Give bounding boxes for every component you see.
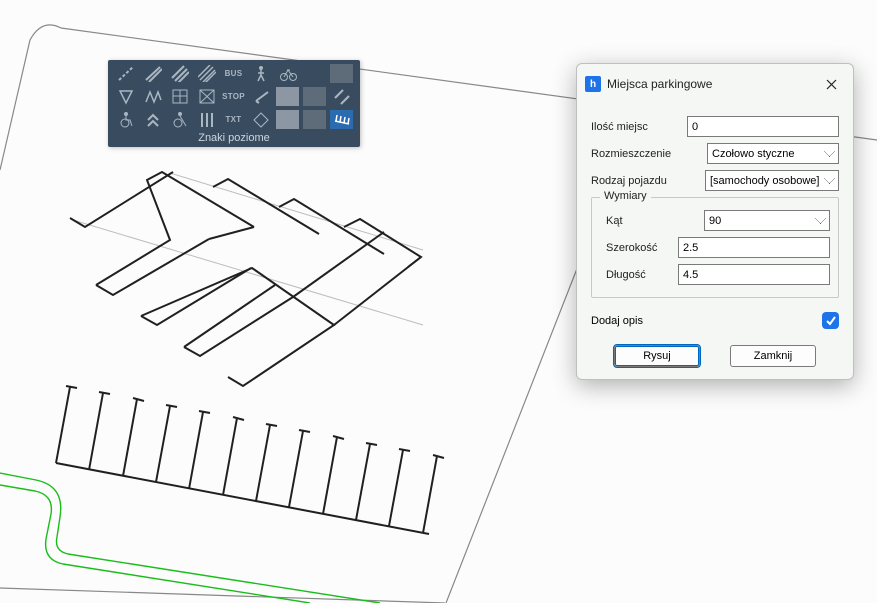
length-label: Długość [606, 269, 672, 281]
width-input[interactable] [678, 237, 830, 258]
tool-crossbox-icon[interactable] [195, 87, 218, 106]
tool-chevrons-icon[interactable] [141, 110, 164, 129]
angle-label: Kąt [606, 215, 698, 227]
tool-pedestrian-icon[interactable] [249, 64, 272, 83]
close-icon[interactable] [819, 72, 843, 96]
close-button[interactable]: Zamknij [730, 345, 816, 367]
angle-select[interactable]: 90 [704, 210, 830, 231]
stalls-straight [56, 386, 444, 534]
add-desc-label: Dodaj opis [591, 315, 643, 327]
tool-txt-icon[interactable]: TXT [222, 110, 245, 129]
length-input[interactable] [678, 264, 830, 285]
tool-swatch-light-icon[interactable] [276, 87, 299, 106]
tool-swatch-dark2-icon[interactable] [303, 110, 326, 129]
tool-swatch-light2-icon[interactable] [276, 110, 299, 129]
layout-select[interactable]: Czołowo styczne [707, 143, 839, 164]
tool-diamond-icon[interactable] [249, 110, 272, 129]
dimensions-group-title: Wymiary [600, 190, 651, 202]
width-label: Szerokość [606, 242, 672, 254]
tool-wheelchair2-icon[interactable] [114, 110, 137, 129]
tool-accessibility-icon[interactable] [168, 110, 191, 129]
tool-zigzag-icon[interactable] [141, 87, 164, 106]
draw-button[interactable]: Rysuj [614, 345, 700, 367]
tool-vstripes-icon[interactable] [195, 110, 218, 129]
toolbar-title: Znaki poziome [114, 129, 354, 145]
tool-arrow-icon[interactable] [249, 87, 272, 106]
layout-label: Rozmieszczenie [591, 148, 701, 160]
tool-diag-double-icon[interactable] [330, 87, 353, 106]
guide-line-angled [170, 173, 423, 250]
tool-parking-lines-icon[interactable] [330, 110, 353, 129]
tool-swatch-a-icon[interactable] [330, 64, 353, 83]
vehicle-select[interactable]: [samochody osobowe] [705, 170, 839, 191]
tool-stripe-b-icon[interactable] [168, 64, 191, 83]
app-icon: h [585, 76, 601, 92]
tool-bicycle-icon[interactable] [276, 64, 299, 83]
tool-dashes-icon[interactable] [114, 64, 137, 83]
tool-stop-icon[interactable]: STOP [222, 87, 245, 106]
stalls-angled [70, 172, 421, 386]
dimensions-group: Wymiary Kąt 90 Szerokość Długość [591, 197, 839, 298]
count-label: Ilość miejsc [591, 121, 681, 133]
vehicle-label: Rodzaj pojazdu [591, 175, 699, 187]
tool-bus-icon[interactable]: BUS [222, 64, 245, 83]
tool-swatch-dark-icon[interactable] [303, 87, 326, 106]
count-input[interactable] [687, 116, 839, 137]
tool-stripe-a-icon[interactable] [141, 64, 164, 83]
dialog-title: Miejsca parkingowe [607, 77, 813, 91]
dialog-titlebar[interactable]: h Miejsca parkingowe [577, 64, 853, 104]
road-island [0, 473, 380, 603]
tool-yield-icon[interactable] [114, 87, 137, 106]
parking-dialog: h Miejsca parkingowe Ilość miejsc Rozmie… [576, 63, 854, 380]
guide-line-top [73, 220, 423, 325]
tool-grid-icon[interactable] [168, 87, 191, 106]
tool-stripe-c-icon[interactable] [195, 64, 218, 83]
add-desc-checkbox[interactable] [822, 312, 839, 329]
road-markings-toolbar[interactable]: BUS STOP TXT [108, 60, 360, 147]
